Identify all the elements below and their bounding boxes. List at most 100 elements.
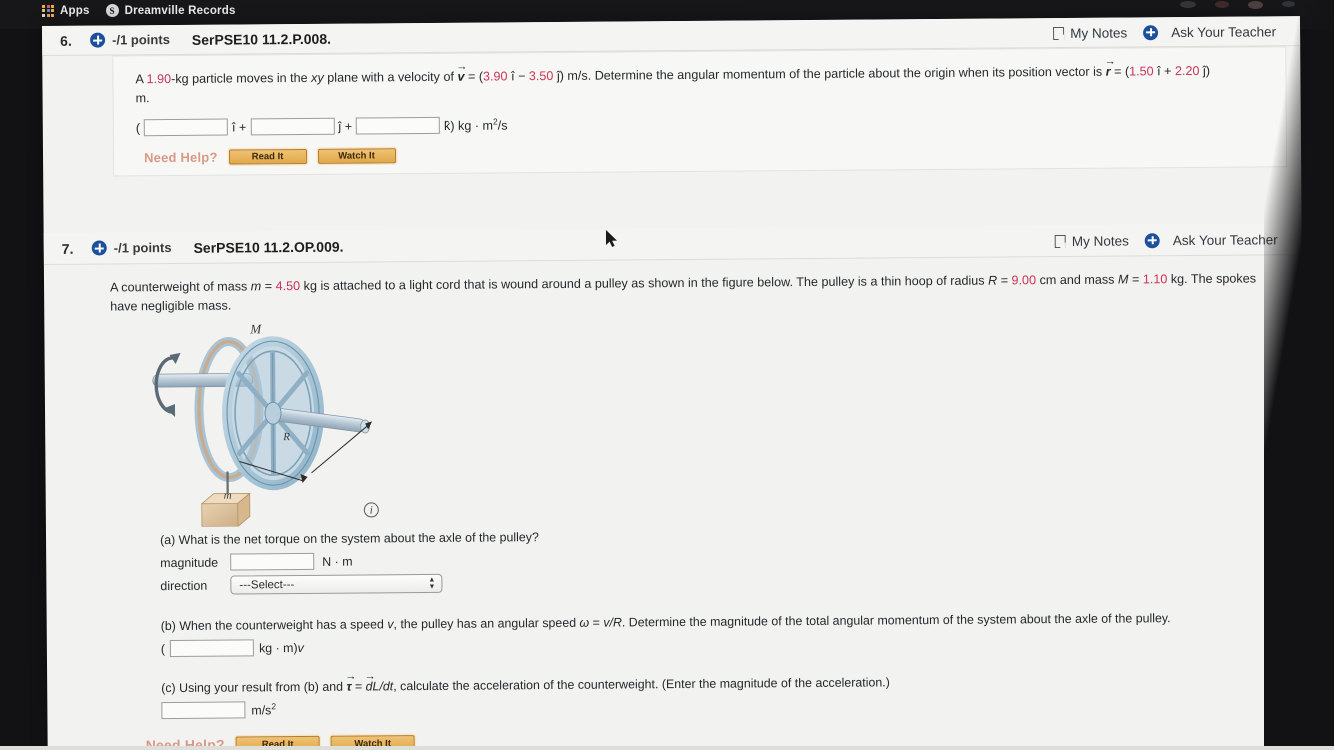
- part-c-tau-symbol: τ: [346, 678, 351, 696]
- pulley-hoop-counterweight-figure: M R m i: [150, 320, 412, 528]
- part-c-pre: (c) Using your result from (b) and: [161, 679, 347, 696]
- ask-teacher-label-6: Ask Your Teacher: [1171, 23, 1277, 40]
- q6-ihat: î −: [507, 69, 529, 84]
- part-c-dL: dL: [366, 679, 380, 693]
- q6-open-paren: (: [135, 120, 141, 135]
- bookmark-apps[interactable]: Apps: [42, 4, 90, 17]
- part-a-magnitude-units: N · m: [322, 554, 353, 569]
- q6-k-label: k̂) kg · m2/s: [444, 117, 508, 134]
- q6-rx-value: 1.50: [1129, 64, 1154, 79]
- question-7-part-b: (b) When the counterweight has a speed v…: [160, 608, 1269, 658]
- question-6-panel: A 1.90-kg particle moves in the xy plane…: [112, 46, 1288, 177]
- part-c-answer-input[interactable]: [161, 701, 246, 720]
- q6-eq1: = (: [464, 69, 484, 84]
- add-points-icon[interactable]: [90, 32, 106, 48]
- part-b-open-paren: (: [160, 641, 166, 656]
- question-7-header-actions: My Notes Ask Your Teacher: [1054, 223, 1278, 257]
- q6-i-component-input[interactable]: [143, 118, 229, 137]
- part-a-direction-value: ---Select---: [239, 578, 295, 591]
- need-help-label-6: Need Help?: [143, 149, 218, 166]
- site-circle-icon: S: [105, 4, 119, 17]
- question-6-points: -/1 points: [112, 31, 170, 48]
- part-c-dt: /dt: [379, 679, 394, 694]
- my-notes-button-6[interactable]: My Notes: [1053, 25, 1127, 41]
- question-6-header-actions: My Notes Ask Your Teacher: [1053, 16, 1276, 48]
- bookmark-dreamville-records[interactable]: S Dreamville Records: [105, 4, 236, 17]
- part-a-direction-select[interactable]: ---Select--- ▲ ▼: [230, 573, 443, 595]
- part-a-direction-label: direction: [160, 578, 208, 593]
- part-b-pre: (b) When the counterweight has a speed: [160, 617, 388, 634]
- tab-blob-4: [1282, 1, 1295, 7]
- q6-k-units: k̂) kg · m: [443, 119, 494, 134]
- q6-t1: A: [135, 72, 147, 87]
- q7-R-value: 9.00: [1011, 273, 1037, 288]
- q6-t2: -kg particle moves in the: [171, 70, 312, 86]
- q7-R-symbol: R: [988, 273, 998, 288]
- select-chevron-updown-icon: ▲ ▼: [428, 575, 436, 590]
- my-notes-button-7[interactable]: My Notes: [1054, 232, 1129, 249]
- question-6-number: 6.: [60, 32, 72, 49]
- figure-label-M: M: [250, 321, 262, 337]
- q7-M-symbol: M: [1117, 272, 1129, 287]
- question-7-number: 7.: [61, 240, 74, 257]
- part-b-units-pre: kg · m): [258, 640, 298, 655]
- part-a-magnitude-input[interactable]: [230, 552, 315, 571]
- question-6-answer-row: ( î + ĵ + k̂) kg · m2/s: [135, 110, 1264, 137]
- figure-info-icon[interactable]: i: [363, 502, 379, 518]
- part-c-units-text: m/s: [251, 703, 272, 718]
- ask-your-teacher-button-6[interactable]: Ask Your Teacher: [1143, 24, 1276, 40]
- figure-label-R: R: [283, 431, 291, 444]
- watch-it-button-6[interactable]: Watch It: [317, 148, 396, 164]
- q7-eq3: =: [1128, 272, 1143, 287]
- q7-t2: kg is attached to a light cord that is w…: [300, 273, 989, 293]
- question-7-body: A counterweight of mass m = 4.50 kg is a…: [44, 255, 1306, 750]
- part-b-vR: v/R: [603, 615, 622, 630]
- part-a-direction-row: direction ---Select--- ▲ ▼: [160, 567, 1268, 595]
- q6-t3: plane with a velocity of: [323, 69, 458, 85]
- part-b-eq: =: [589, 615, 604, 630]
- pulley-figure-svg: [152, 336, 373, 528]
- bookmark-dreamville-label: Dreamville Records: [124, 4, 236, 17]
- q6-k-component-input[interactable]: [355, 116, 441, 135]
- ask-teacher-plus-icon: [1143, 24, 1159, 40]
- bookmarks-list: Apps S Dreamville Records: [42, 4, 236, 17]
- q6-i-label: î +: [231, 119, 247, 135]
- q6-jhat: ĵ) m/s. Determine the angular momentum o…: [553, 64, 1106, 83]
- part-b-answer-input[interactable]: [169, 639, 255, 658]
- figure-label-m: m: [223, 489, 232, 502]
- question-separator: [43, 167, 1301, 233]
- ask-teacher-plus-icon-7: [1144, 232, 1160, 248]
- q6-j-label: ĵ +: [338, 119, 353, 134]
- question-6-body: A 1.90-kg particle moves in the xy plane…: [113, 47, 1286, 175]
- question-block-7: 7. -/1 points SerPSE10 11.2.OP.009. My N…: [43, 223, 1306, 750]
- q6-ihat2: î +: [1153, 64, 1176, 79]
- question-7-part-a: (a) What is the net torque on the system…: [160, 522, 1268, 595]
- q6-j-component-input[interactable]: [250, 117, 335, 136]
- notes-page-icon-7: [1054, 234, 1066, 248]
- read-it-button-6[interactable]: Read It: [228, 148, 307, 165]
- q6-vx-value: 3.90: [482, 69, 508, 84]
- add-points-icon-7[interactable]: [91, 240, 107, 256]
- part-b-answer-row: ( kg · m)v: [160, 631, 1269, 658]
- q6-position-symbol: r: [1106, 63, 1111, 82]
- question-block-6: 6. -/1 points SerPSE10 11.2.P.008. My No…: [42, 16, 1301, 177]
- ask-your-teacher-button-7[interactable]: Ask Your Teacher: [1144, 231, 1278, 248]
- part-c-units-sup: 2: [271, 701, 277, 712]
- q6-k-tail: /s: [497, 118, 508, 134]
- question-6-code: SerPSE10 11.2.P.008.: [191, 30, 332, 48]
- my-notes-label-7: My Notes: [1071, 232, 1129, 249]
- q6-plane: xy: [311, 70, 324, 85]
- part-b-units-var: v: [297, 640, 304, 655]
- assignment-page: 6. -/1 points SerPSE10 11.2.P.008. My No…: [42, 16, 1306, 750]
- q7-M-value: 1.10: [1142, 272, 1168, 287]
- q7-m-symbol: m: [250, 279, 262, 294]
- q6-velocity-symbol: v: [457, 68, 464, 87]
- part-b-question: (b) When the counterweight has a speed v…: [161, 608, 1269, 635]
- photo-bottom-edge: [0, 746, 1334, 750]
- question-7-points: -/1 points: [113, 239, 172, 256]
- part-c-question: (c) Using your result from (b) and τ = d…: [161, 670, 1269, 697]
- ask-teacher-label-7: Ask Your Teacher: [1172, 231, 1278, 248]
- question-7-prompt: A counterweight of mass m = 4.50 kg is a…: [110, 269, 1266, 316]
- question-7-code: SerPSE10 11.2.OP.009.: [193, 238, 344, 256]
- q6-ry-value: 2.20: [1174, 63, 1200, 79]
